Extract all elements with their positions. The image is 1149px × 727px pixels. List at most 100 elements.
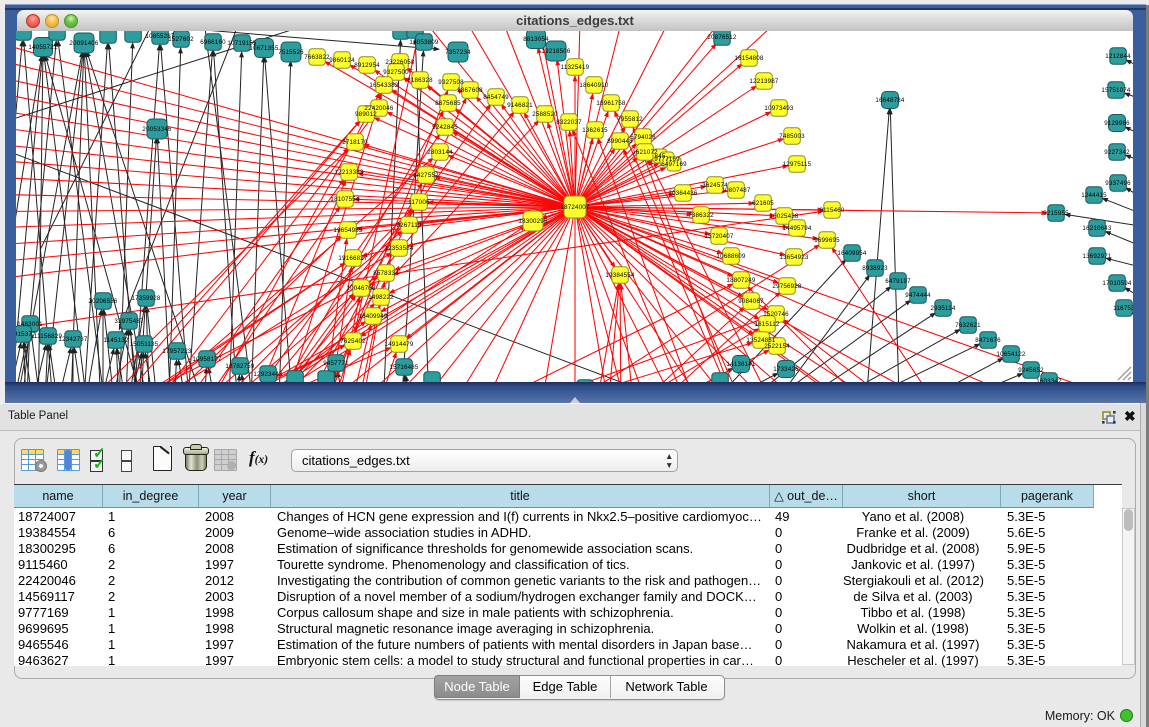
svg-text:8912954: 8912954 [354,62,380,69]
svg-text:17359928: 17359928 [131,295,160,302]
svg-text:12213383: 12213383 [334,169,363,176]
svg-text:9115460: 9115460 [819,207,844,214]
svg-text:14136141: 14136141 [726,361,755,368]
svg-text:9327508: 9327508 [438,79,464,86]
svg-text:12975115: 12975115 [783,161,812,168]
svg-text:1520746: 1520746 [763,311,789,318]
svg-text:16543382: 16543382 [369,82,398,89]
svg-text:10973493: 10973493 [764,105,793,112]
svg-text:10654122: 10654122 [996,351,1025,358]
svg-text:20206536: 20206536 [88,298,117,305]
svg-text:16210643: 16210643 [1082,225,1111,232]
svg-text:20876512: 20876512 [707,34,736,41]
svg-text:1145132: 1145132 [103,337,128,344]
svg-text:19166827: 19166827 [338,255,367,262]
svg-text:2522154: 2522154 [764,343,790,350]
svg-text:16648784: 16648784 [875,97,904,104]
svg-text:1362615: 1362615 [582,127,608,134]
svg-text:10671355: 10671355 [249,45,278,52]
svg-text:18107554: 18107554 [330,196,359,203]
svg-text:12342737: 12342737 [58,336,87,343]
svg-text:9337496: 9337496 [1105,180,1131,187]
svg-text:10958177: 10958177 [192,356,221,363]
svg-text:116753: 116753 [1113,305,1133,312]
svg-text:1615112: 1615112 [754,321,779,328]
svg-text:9860124: 9860124 [329,57,355,64]
svg-text:13654923: 13654923 [779,254,808,261]
svg-text:6497169: 6497169 [661,161,687,168]
svg-text:2935114: 2935114 [930,305,955,312]
svg-text:16053809: 16053809 [409,39,438,46]
svg-text:12213987: 12213987 [749,78,778,85]
svg-text:10025438: 10025438 [769,213,798,220]
svg-text:15716485: 15716485 [389,364,418,371]
svg-text:7632621: 7632621 [955,322,981,329]
svg-text:15051135: 15051135 [130,341,159,348]
svg-text:14495794: 14495794 [782,225,811,232]
svg-text:8186328: 8186328 [407,77,433,84]
svg-text:10688609: 10688609 [716,253,745,260]
svg-text:7485003: 7485003 [779,133,805,140]
svg-text:15720407: 15720407 [704,233,733,240]
svg-text:20364436: 20364436 [668,190,697,197]
svg-text:18807249: 18807249 [726,277,755,284]
svg-text:9327500: 9327500 [383,69,409,76]
svg-text:20091406: 20091406 [69,40,98,47]
svg-text:7663822: 7663822 [304,54,330,61]
svg-text:9245652: 9245652 [1018,367,1044,374]
svg-text:8813054: 8813054 [523,36,549,43]
svg-text:8322037: 8322037 [556,119,582,126]
svg-text:9227342: 9227342 [1104,149,1130,156]
svg-text:2718170: 2718170 [342,139,368,146]
svg-text:18640910: 18640910 [579,82,608,89]
svg-text:17010594: 17010594 [1102,280,1131,287]
svg-text:20053346: 20053346 [142,126,171,133]
svg-text:1603342: 1603342 [1036,378,1062,382]
svg-text:17957223: 17957223 [162,348,191,355]
svg-text:3624574: 3624574 [702,182,728,189]
svg-text:3215955: 3215955 [1043,210,1069,217]
svg-text:11325419: 11325419 [561,64,590,71]
svg-text:14055721: 14055721 [28,44,57,51]
svg-text:8427552: 8427552 [413,172,439,179]
svg-text:7386322: 7386322 [688,212,714,219]
svg-text:1244415: 1244415 [1081,192,1107,199]
svg-text:18300295: 18300295 [518,218,547,225]
svg-text:6966160: 6966160 [200,39,226,46]
svg-text:7357234: 7357234 [445,49,471,56]
svg-text:9084067: 9084067 [738,298,764,305]
svg-text:6794028: 6794028 [630,134,656,141]
svg-text:1527602: 1527602 [168,36,194,43]
svg-text:2867608: 2867608 [457,87,483,94]
svg-text:6479197: 6479197 [885,278,911,285]
svg-text:1483001: 1483001 [17,321,43,328]
svg-text:7955812: 7955812 [617,116,643,123]
svg-text:32975487: 32975487 [114,318,143,325]
svg-text:8578334: 8578334 [373,270,399,277]
svg-text:12353584: 12353584 [384,245,413,252]
svg-text:1212844: 1212844 [1105,53,1131,60]
svg-text:13692971: 13692971 [1082,253,1111,260]
svg-text:16409949: 16409949 [358,313,387,320]
svg-text:3267110: 3267110 [396,222,421,229]
svg-text:19654985: 19654985 [333,227,362,234]
svg-text:19218506: 19218506 [541,48,570,55]
svg-text:8471676: 8471676 [975,337,1001,344]
svg-text:12923443: 12923443 [253,371,282,378]
svg-text:10046708: 10046708 [346,285,375,292]
svg-text:19384554: 19384554 [605,272,634,279]
svg-text:29756928: 29756928 [772,283,801,290]
svg-text:117006: 117006 [408,199,430,206]
svg-text:23226058: 23226058 [385,59,414,66]
svg-text:8675685: 8675685 [435,100,461,107]
svg-text:8990448: 8990448 [607,138,633,145]
svg-text:989012: 989012 [355,111,377,118]
svg-text:9242845: 9242845 [432,124,458,131]
svg-text:7625402: 7625402 [340,338,366,345]
svg-text:1733426: 1733426 [773,366,799,373]
svg-text:9146821: 9146821 [507,102,533,109]
svg-text:8938923: 8938923 [862,265,888,272]
svg-text:16782759: 16782759 [225,363,254,370]
svg-text:9699695: 9699695 [814,237,840,244]
svg-text:9457771: 9457771 [323,360,349,367]
